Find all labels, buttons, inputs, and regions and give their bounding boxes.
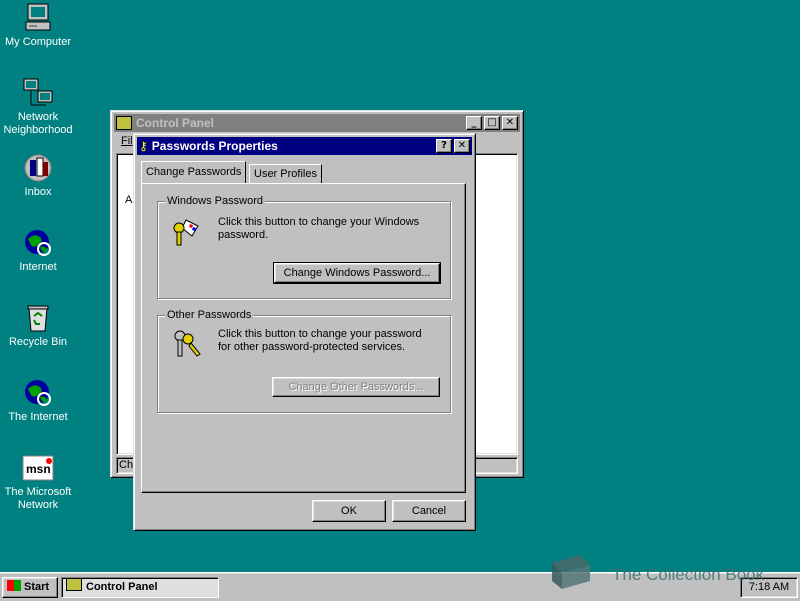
change-windows-password-button[interactable]: Change Windows Password... [273, 262, 441, 284]
desktop-icon-msn[interactable]: msn The Microsoft Network [0, 452, 76, 512]
watermark-text: The Collection Book [612, 565, 765, 584]
internet-icon [22, 227, 54, 259]
control-panel-icon [66, 578, 82, 591]
desktop-icon-label: Inbox [24, 186, 52, 198]
desktop-icon-inbox[interactable]: Inbox [0, 152, 76, 199]
windows-password-group: Windows Password Click this button to ch… [157, 195, 451, 299]
control-panel-titlebar[interactable]: Control Panel _ □ ✕ [114, 114, 520, 132]
internet-icon [22, 377, 54, 409]
task-label: Control Panel [86, 581, 158, 593]
desktop-icon-network[interactable]: Network Neighborhood [0, 77, 76, 137]
content-text: A [125, 194, 133, 206]
tab-change-passwords[interactable]: Change Passwords [141, 161, 247, 183]
inbox-icon [22, 152, 54, 184]
group-label: Windows Password [165, 195, 265, 207]
dialog-titlebar[interactable]: ⚷ Passwords Properties ? ✕ [137, 137, 472, 155]
svg-text:msn: msn [26, 462, 51, 476]
desktop-icon-label: The Internet [8, 411, 68, 423]
other-passwords-description: Click this button to change your passwor… [218, 328, 422, 353]
desktop-icon-internet[interactable]: Internet [0, 227, 76, 274]
windows-keys-icon [170, 214, 204, 248]
my-computer-icon [22, 2, 54, 34]
watermark: The Collection Book [552, 555, 765, 589]
dialog-close-button[interactable]: ✕ [454, 139, 470, 153]
windows-logo-icon [7, 580, 21, 591]
change-other-passwords-button[interactable]: Change Other Passwords... [272, 377, 440, 397]
start-button[interactable]: Start [2, 577, 58, 598]
desktop-icon-label: The Microsoft Network [4, 486, 72, 511]
maximize-button[interactable]: □ [484, 116, 500, 130]
other-passwords-group: Other Passwords Click this button to cha… [157, 309, 451, 413]
desktop-icon-label: My Computer [4, 36, 72, 48]
close-button[interactable]: ✕ [502, 116, 518, 130]
desktop-icon-the-internet[interactable]: The Internet [0, 377, 76, 424]
window-title: Control Panel [136, 116, 215, 130]
windows-password-description: Click this button to change your Windows… [218, 216, 420, 241]
group-label: Other Passwords [165, 309, 254, 321]
desktop-icon-label: Internet [19, 261, 57, 273]
book-icon [546, 551, 596, 589]
desktop-icon-recycle-bin[interactable]: Recycle Bin [0, 302, 76, 349]
passwords-properties-dialog[interactable]: ⚷ Passwords Properties ? ✕ Change Passwo… [133, 133, 476, 531]
tab-strip: Change Passwords User Profiles [141, 161, 466, 185]
taskbar-button-control-panel[interactable]: Control Panel [61, 577, 219, 598]
tab-user-profiles[interactable]: User Profiles [249, 164, 322, 183]
desktop-icon-label: Network Neighborhood [3, 111, 73, 136]
ok-button[interactable]: OK [312, 500, 386, 522]
dialog-title: Passwords Properties [151, 139, 278, 153]
menu-file[interactable]: Fil [121, 135, 133, 147]
minimize-button[interactable]: _ [466, 116, 482, 130]
desktop-icon-label: Recycle Bin [8, 336, 68, 348]
tab-panel: Windows Password Click this button to ch… [141, 183, 466, 493]
control-panel-icon [116, 116, 132, 130]
help-button[interactable]: ? [436, 139, 452, 153]
recycle-bin-icon [22, 302, 54, 334]
desktop-icon-my-computer[interactable]: My Computer [0, 2, 76, 49]
other-keys-icon [170, 326, 204, 360]
start-label: Start [24, 581, 50, 593]
status-text: Ch [119, 459, 134, 471]
network-icon [22, 77, 54, 109]
msn-icon: msn [22, 452, 54, 484]
key-icon: ⚷ [139, 139, 148, 153]
cancel-button[interactable]: Cancel [392, 500, 466, 522]
